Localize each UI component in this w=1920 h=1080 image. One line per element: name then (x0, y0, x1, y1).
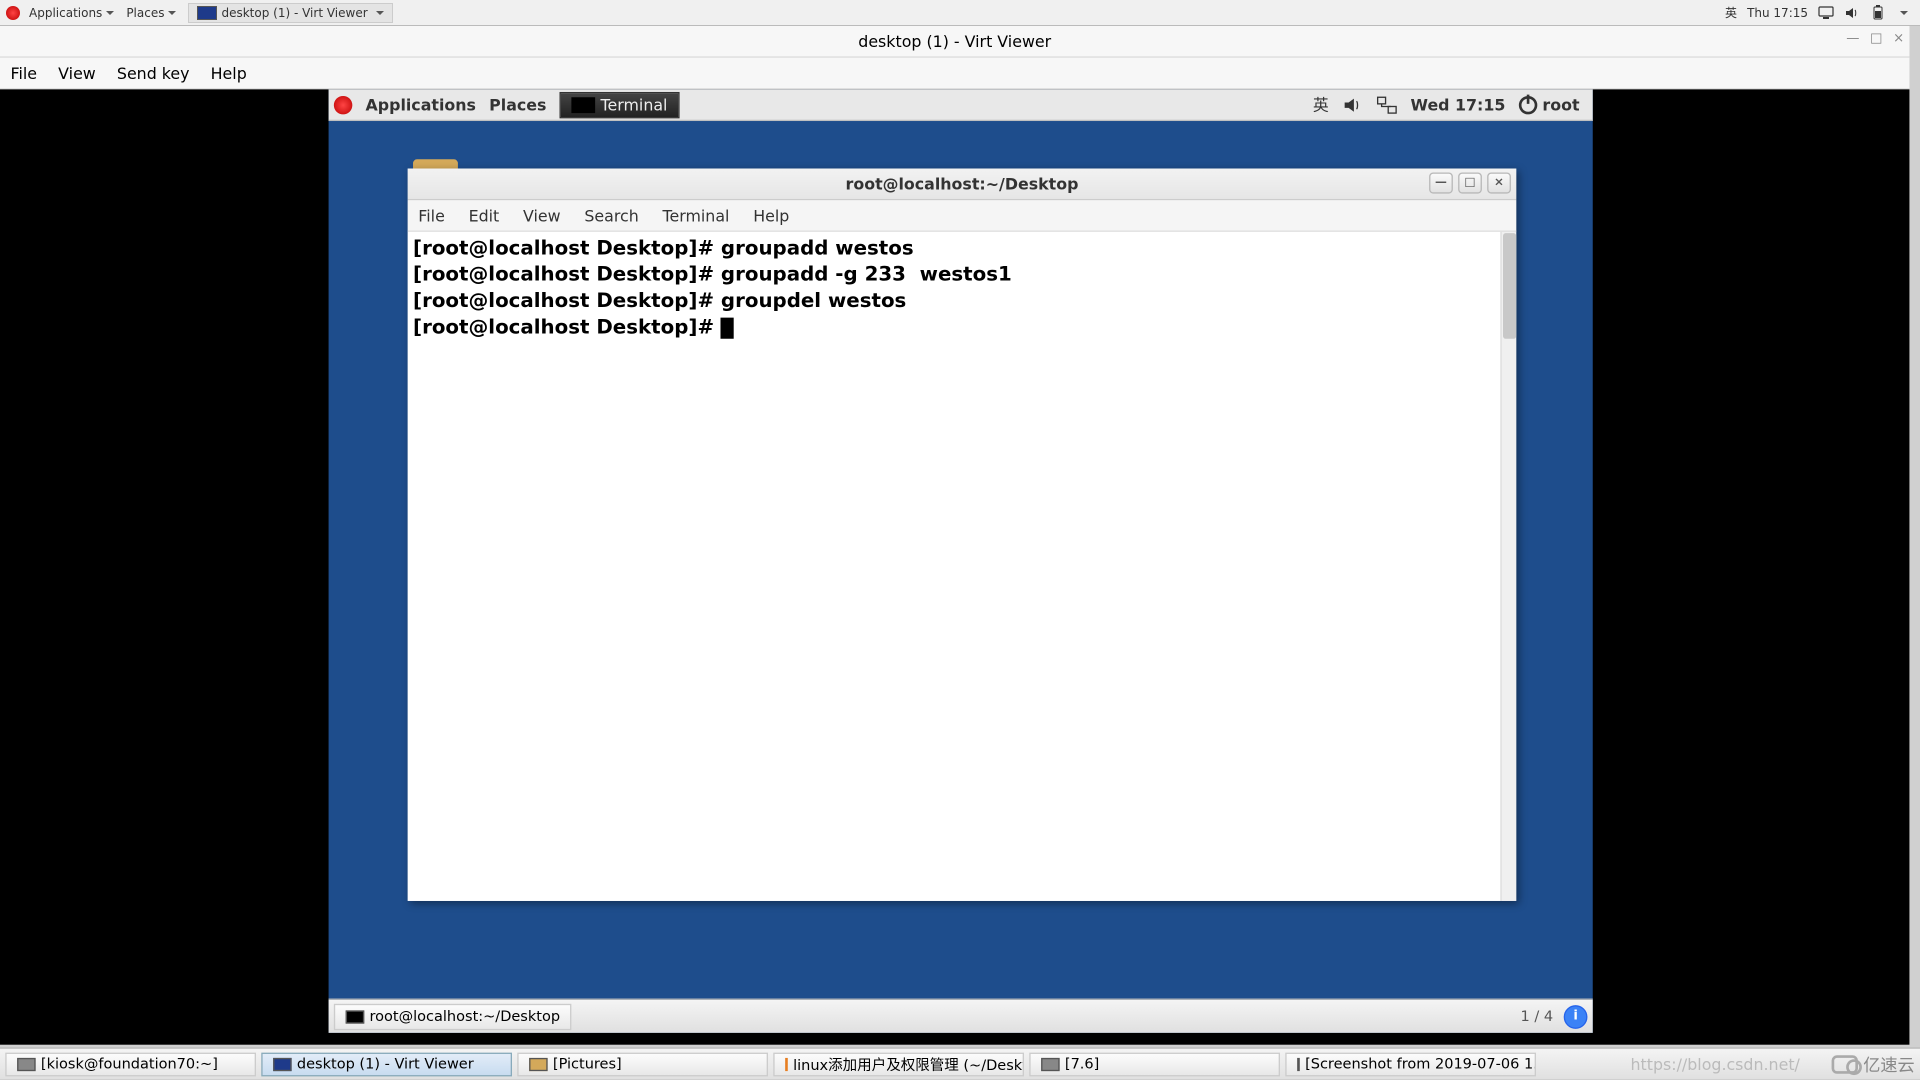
distro-icon (6, 6, 20, 20)
host-task-screenshot[interactable]: [Screenshot from 2019-07-06 1... (1285, 1052, 1536, 1076)
host-taskbar: [kiosk@foundation70:~] desktop (1) - Vir… (0, 1047, 1920, 1079)
guest-app-tab-label: Terminal (601, 95, 668, 113)
host-topbar: Applications Places desktop (1) - Virt V… (0, 0, 1920, 26)
guest-applications-menu[interactable]: Applications (366, 95, 476, 113)
guest-app-tab-terminal[interactable]: Terminal (560, 91, 680, 117)
battery-icon[interactable] (1870, 5, 1886, 21)
viewer-menu-file[interactable]: File (11, 64, 38, 82)
terminal-menu-help[interactable]: Help (753, 206, 789, 224)
viewer-minimize-button[interactable]: — (1846, 31, 1859, 46)
host-ime-indicator[interactable]: 英 (1725, 4, 1737, 21)
guest-user-label: root (1542, 95, 1579, 113)
yisu-logo-icon (1832, 1055, 1858, 1073)
folder-icon[interactable] (413, 159, 458, 168)
viewer-title: desktop (1) - Virt Viewer (858, 32, 1051, 50)
viewer-menu-view[interactable]: View (58, 64, 96, 82)
host-app-tab-label: desktop (1) - Virt Viewer (221, 6, 367, 20)
terminal-menu-terminal[interactable]: Terminal (663, 206, 730, 224)
terminal-menu-view[interactable]: View (523, 206, 561, 224)
viewer-close-button[interactable]: × (1893, 31, 1904, 46)
host-task-gedit[interactable]: linux添加用户及权限管理 (~/Deskt... (773, 1052, 1024, 1076)
window-thumb-icon (17, 1057, 35, 1070)
cursor-icon (721, 318, 734, 339)
virt-viewer-window: desktop (1) - Virt Viewer — □ × File Vie… (0, 26, 1909, 1045)
viewer-menubar: File View Send key Help (0, 58, 1909, 90)
viewer-titlebar[interactable]: desktop (1) - Virt Viewer — □ × (0, 26, 1909, 58)
host-task-pictures[interactable]: [Pictures] (517, 1052, 768, 1076)
terminal-minimize-button[interactable]: — (1429, 172, 1453, 193)
host-applications-menu[interactable]: Applications (23, 4, 120, 22)
terminal-line: [root@localhost Desktop]# groupdel westo… (413, 289, 906, 313)
volume-icon[interactable] (1342, 94, 1363, 115)
terminal-line: [root@localhost Desktop]# groupadd westo… (413, 236, 914, 260)
guest-topbar: Applications Places Terminal 英 Wed 17:15 (329, 89, 1593, 121)
terminal-line: [root@localhost Desktop]# (413, 315, 721, 339)
guest-user-menu[interactable]: root (1519, 95, 1580, 113)
viewer-maximize-button[interactable]: □ (1870, 31, 1882, 46)
guest-task-terminal[interactable]: root@localhost:~/Desktop (334, 1003, 572, 1029)
editor-thumb-icon (785, 1057, 788, 1070)
task-label: [kiosk@foundation70:~] (41, 1055, 218, 1072)
viewer-menu-sendkey[interactable]: Send key (117, 64, 190, 82)
yisu-watermark: 亿速云 (1832, 1051, 1915, 1076)
guest-places-menu[interactable]: Places (489, 95, 546, 113)
guest-desktop[interactable]: Applications Places Terminal 英 Wed 17:15 (329, 89, 1593, 1033)
terminal-body[interactable]: [root@localhost Desktop]# groupadd westo… (408, 232, 1501, 901)
host-task-76[interactable]: [7.6] (1029, 1052, 1280, 1076)
host-task-virtviewer[interactable]: desktop (1) - Virt Viewer (261, 1052, 512, 1076)
scroll-thumb[interactable] (1503, 233, 1516, 339)
window-thumb-icon (1041, 1057, 1059, 1070)
terminal-thumb-icon (572, 97, 596, 113)
notification-badge[interactable]: i (1564, 1004, 1588, 1028)
terminal-menu-search[interactable]: Search (584, 206, 638, 224)
distro-icon (334, 95, 352, 113)
host-clock[interactable]: Thu 17:15 (1747, 6, 1808, 20)
task-label: [7.6] (1065, 1055, 1099, 1072)
guest-clock[interactable]: Wed 17:15 (1411, 95, 1506, 113)
host-places-menu[interactable]: Places (120, 4, 182, 22)
task-label: [Pictures] (553, 1055, 622, 1072)
terminal-titlebar[interactable]: root@localhost:~/Desktop — □ × (408, 169, 1516, 201)
terminal-close-button[interactable]: × (1487, 172, 1511, 193)
window-thumb-icon (273, 1057, 291, 1070)
volume-icon[interactable] (1844, 5, 1860, 21)
guest-taskbar: root@localhost:~/Desktop 1 / 4 i (329, 999, 1593, 1033)
terminal-line: [root@localhost Desktop]# groupadd -g 23… (413, 262, 1012, 286)
image-thumb-icon (1297, 1057, 1300, 1070)
terminal-window: root@localhost:~/Desktop — □ × File Edit… (408, 169, 1516, 901)
power-icon (1519, 95, 1537, 113)
viewer-body: Applications Places Terminal 英 Wed 17:15 (0, 89, 1909, 1044)
terminal-title: root@localhost:~/Desktop (846, 174, 1079, 192)
task-label: linux添加用户及权限管理 (~/Deskt... (793, 1053, 1024, 1074)
terminal-scrollbar[interactable] (1500, 232, 1516, 901)
workspace-index[interactable]: 1 / 4 (1521, 1008, 1554, 1025)
display-icon[interactable] (1818, 5, 1834, 21)
host-app-tab-virtviewer[interactable]: desktop (1) - Virt Viewer (188, 3, 392, 23)
terminal-menu-file[interactable]: File (418, 206, 445, 224)
network-icon[interactable] (1376, 94, 1397, 115)
viewer-menu-help[interactable]: Help (211, 64, 247, 82)
terminal-maximize-button[interactable]: □ (1458, 172, 1482, 193)
caret-down-icon (168, 11, 176, 19)
terminal-menu-edit[interactable]: Edit (469, 206, 500, 224)
window-thumb-icon (197, 6, 217, 20)
caret-down-icon (106, 11, 114, 19)
caret-down-icon (376, 11, 384, 19)
terminal-menubar: File Edit View Search Terminal Help (408, 200, 1516, 232)
caret-down-icon[interactable] (1900, 11, 1908, 19)
task-label: desktop (1) - Virt Viewer (297, 1055, 474, 1072)
folder-thumb-icon (529, 1057, 547, 1070)
terminal-thumb-icon (346, 1010, 364, 1023)
watermark-text: https://blog.csdn.net/ (1630, 1055, 1813, 1073)
task-label: [Screenshot from 2019-07-06 1... (1305, 1055, 1536, 1072)
guest-ime-indicator[interactable]: 英 (1313, 93, 1329, 115)
guest-task-label: root@localhost:~/Desktop (369, 1008, 560, 1025)
yisu-label: 亿速云 (1863, 1051, 1914, 1076)
host-task-kiosk[interactable]: [kiosk@foundation70:~] (5, 1052, 256, 1076)
